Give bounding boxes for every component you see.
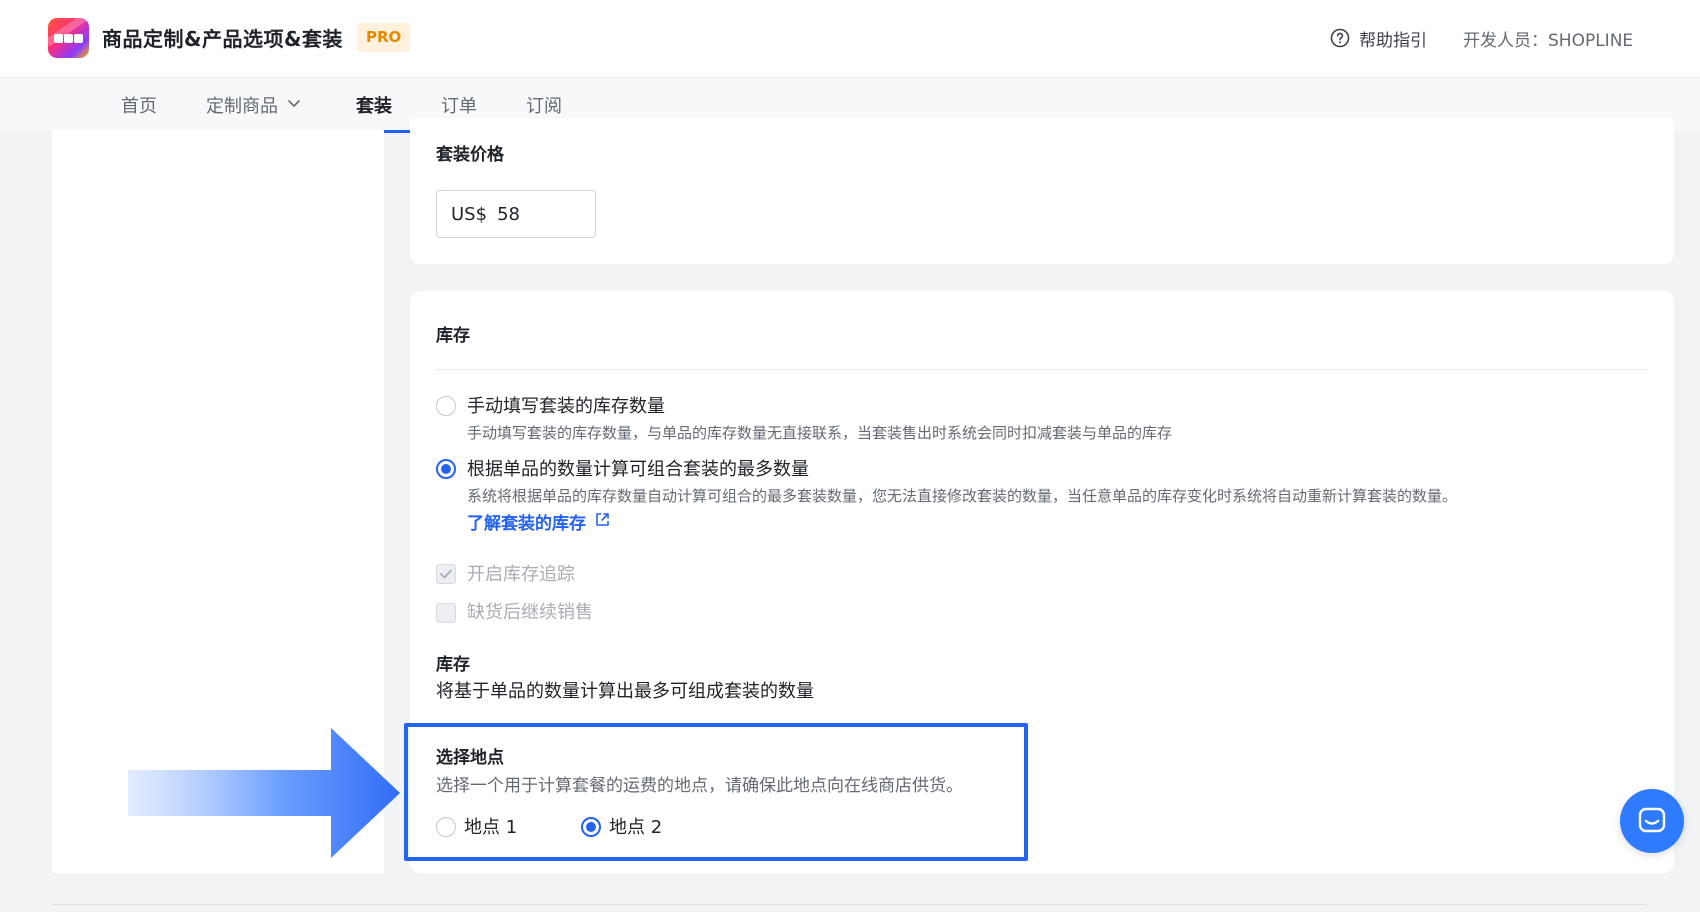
stock-subtitle: 库存	[436, 655, 470, 675]
tab-subscriptions[interactable]: 订阅	[526, 92, 562, 118]
tab-orders[interactable]: 订单	[441, 92, 477, 118]
learn-bundle-stock-label: 了解套装的库存	[467, 514, 586, 534]
inventory-tracking-label: 开启库存追踪	[467, 564, 575, 585]
developer-info: 开发人员：SHOPLINE	[1463, 31, 1634, 51]
divider	[436, 369, 1648, 370]
manual-stock-option-title: 手动填写套装的库存数量	[467, 396, 665, 417]
stock-section-title: 库存	[436, 326, 470, 346]
pointer-arrow-icon	[128, 728, 400, 858]
location-highlight-box	[404, 723, 1028, 861]
bottom-divider	[52, 904, 1646, 905]
tab-subscriptions-label: 订阅	[526, 96, 562, 117]
tab-custom-products[interactable]: 定制商品	[206, 92, 302, 118]
help-guide-label: 帮助指引	[1359, 30, 1427, 51]
continue-selling-label: 缺货后继续销售	[467, 602, 593, 623]
tab-bundles[interactable]: 套装	[356, 92, 392, 118]
bundle-price-input[interactable]: US$ 58	[436, 190, 596, 238]
tab-custom-products-label: 定制商品	[206, 96, 278, 117]
price-value: 58	[497, 203, 520, 225]
tab-bundles-label: 套装	[356, 96, 392, 117]
continue-selling-checkbox[interactable]	[436, 603, 456, 623]
question-circle-icon	[1330, 28, 1350, 48]
pro-badge: PRO	[357, 23, 411, 52]
app-title: 商品定制&产品选项&套装	[102, 27, 343, 51]
learn-bundle-stock-link[interactable]: 了解套装的库存	[467, 509, 611, 534]
top-bar: 商品定制&产品选项&套装 PRO 帮助指引 开发人员：SHOPLINE	[0, 0, 1700, 78]
auto-calc-stock-option-desc: 系统将根据单品的库存数量自动计算可组合的最多套装数量，您无法直接修改套装的数量，…	[467, 487, 1458, 505]
app-logo	[48, 18, 89, 58]
stock-note: 将基于单品的数量计算出最多可组成套装的数量	[436, 681, 814, 702]
bundle-price-card: 套装价格 US$ 58	[410, 118, 1674, 264]
help-guide-link[interactable]: 帮助指引	[1330, 26, 1427, 51]
manual-stock-option-desc: 手动填写套装的库存数量，与单品的库存数量无直接联系，当套装售出时系统会同时扣减套…	[467, 424, 1173, 442]
tab-orders-label: 订单	[441, 96, 477, 117]
inventory-tracking-checkbox[interactable]	[436, 564, 456, 584]
bundle-price-label: 套装价格	[436, 145, 504, 165]
auto-calc-stock-radio[interactable]	[436, 459, 456, 479]
external-link-icon	[594, 511, 611, 533]
currency-prefix: US$	[451, 203, 488, 225]
manual-stock-radio[interactable]	[436, 396, 456, 416]
chevron-down-icon	[286, 95, 302, 116]
chat-support-button[interactable]	[1620, 789, 1684, 853]
tab-home[interactable]: 首页	[121, 92, 157, 118]
tab-home-label: 首页	[121, 96, 157, 117]
auto-calc-stock-option-title: 根据单品的数量计算可组合套装的最多数量	[467, 459, 809, 480]
